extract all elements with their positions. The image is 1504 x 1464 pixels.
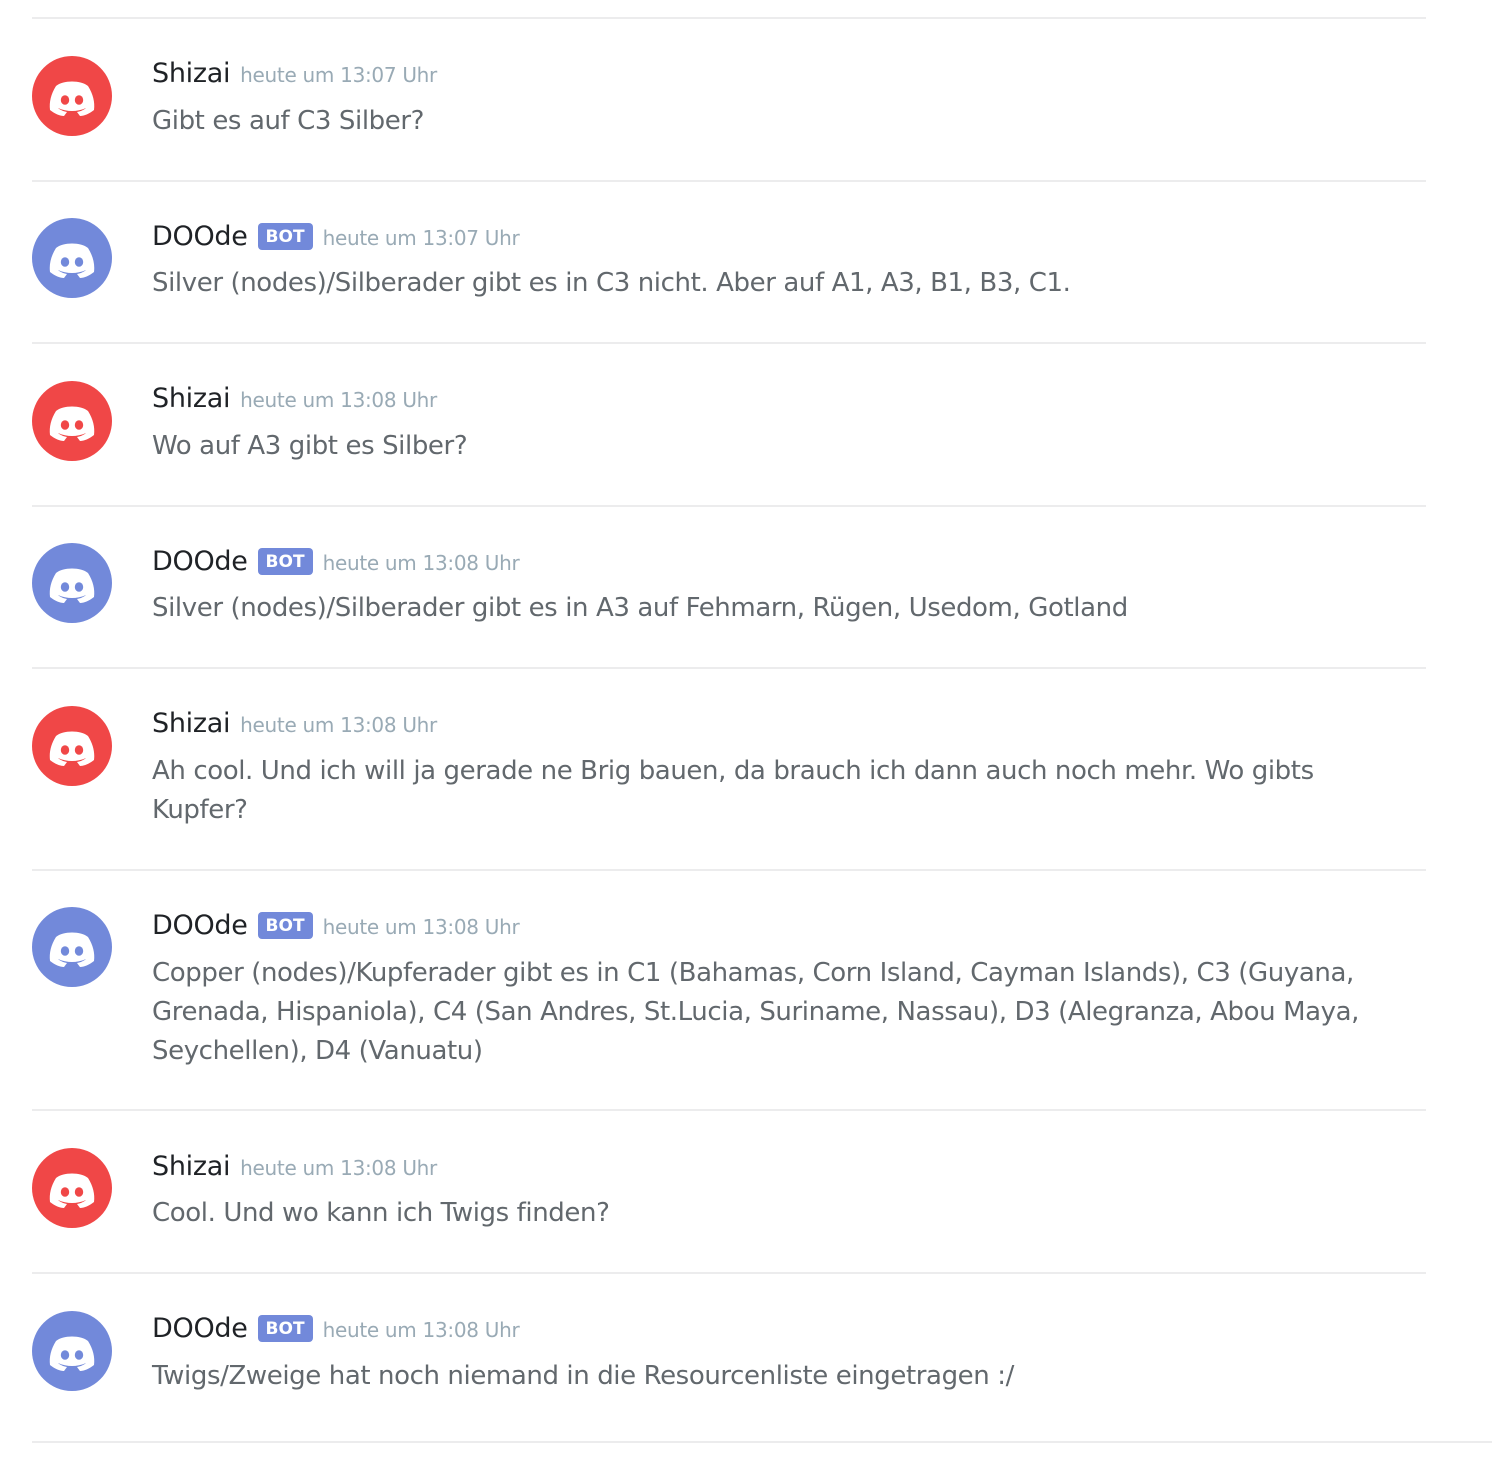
bot-avatar[interactable] xyxy=(32,1311,112,1391)
chat-log: Shizai heute um 13:07 Uhr Gibt es auf C3… xyxy=(0,0,1504,1464)
username[interactable]: Shizai xyxy=(152,58,230,89)
bot-tag: BOT xyxy=(257,223,313,250)
message-header: DOOde BOT heute um 13:07 Uhr xyxy=(152,221,520,257)
discord-logo-icon xyxy=(49,568,95,603)
message-divider xyxy=(32,505,1426,507)
bot-tag: BOT xyxy=(257,1315,313,1342)
message-content: Cool. Und wo kann ich Twigs finden? xyxy=(152,1198,610,1228)
username[interactable]: DOOde xyxy=(152,546,248,577)
discord-logo-icon xyxy=(49,81,95,116)
message-header: Shizai heute um 13:08 Uhr xyxy=(152,383,437,419)
discord-logo-icon xyxy=(49,243,95,278)
message-divider xyxy=(32,17,1426,19)
message-header: Shizai heute um 13:08 Uhr xyxy=(152,1151,437,1187)
username[interactable]: DOOde xyxy=(152,221,248,252)
message-divider xyxy=(32,342,1426,344)
discord-logo-icon xyxy=(49,406,95,441)
user-avatar[interactable] xyxy=(32,706,112,786)
message-header: DOOde BOT heute um 13:08 Uhr xyxy=(152,1313,520,1349)
username[interactable]: DOOde xyxy=(152,910,248,941)
username[interactable]: DOOde xyxy=(152,1313,248,1344)
message-content: Twigs/Zweige hat noch niemand in die Res… xyxy=(152,1361,1014,1391)
message-header: Shizai heute um 13:08 Uhr xyxy=(152,708,437,744)
timestamp: heute um 13:08 Uhr xyxy=(240,713,437,737)
timestamp: heute um 13:07 Uhr xyxy=(322,226,520,250)
message-content: Gibt es auf C3 Silber? xyxy=(152,106,425,136)
discord-logo-icon xyxy=(49,1173,95,1208)
message-content: Ah cool. Und ich will ja gerade ne Brig … xyxy=(152,756,1314,825)
message-header: DOOde BOT heute um 13:08 Uhr xyxy=(152,546,520,582)
timestamp: heute um 13:08 Uhr xyxy=(322,915,520,939)
message-divider xyxy=(32,1272,1426,1274)
message-header: DOOde BOT heute um 13:08 Uhr xyxy=(152,910,520,946)
timestamp: heute um 13:08 Uhr xyxy=(240,388,437,412)
bot-avatar[interactable] xyxy=(32,543,112,623)
message-divider xyxy=(32,1441,1492,1443)
user-avatar[interactable] xyxy=(32,1148,112,1228)
message-content: Silver (nodes)/Silberader gibt es in A3 … xyxy=(152,593,1128,623)
message-content: Silver (nodes)/Silberader gibt es in C3 … xyxy=(152,268,1071,298)
user-avatar[interactable] xyxy=(32,56,112,136)
message-divider xyxy=(32,667,1426,669)
discord-logo-icon xyxy=(49,932,95,967)
user-avatar[interactable] xyxy=(32,381,112,461)
username[interactable]: Shizai xyxy=(152,708,230,739)
bot-tag: BOT xyxy=(257,912,313,939)
bot-avatar[interactable] xyxy=(32,907,112,987)
username[interactable]: Shizai xyxy=(152,1151,230,1182)
bot-avatar[interactable] xyxy=(32,218,112,298)
message-content: Wo auf A3 gibt es Silber? xyxy=(152,431,468,461)
timestamp: heute um 13:08 Uhr xyxy=(322,1318,520,1342)
message-divider xyxy=(32,869,1426,871)
timestamp: heute um 13:07 Uhr xyxy=(240,63,437,87)
discord-logo-icon xyxy=(49,731,95,766)
discord-logo-icon xyxy=(49,1336,95,1371)
message-divider xyxy=(32,1109,1426,1111)
timestamp: heute um 13:08 Uhr xyxy=(240,1156,437,1180)
timestamp: heute um 13:08 Uhr xyxy=(322,551,520,575)
message-content: Copper (nodes)/Kupferader gibt es in C1 … xyxy=(152,958,1360,1066)
bot-tag: BOT xyxy=(257,548,313,575)
message-header: Shizai heute um 13:07 Uhr xyxy=(152,58,437,94)
username[interactable]: Shizai xyxy=(152,383,230,414)
message-divider xyxy=(32,180,1426,182)
